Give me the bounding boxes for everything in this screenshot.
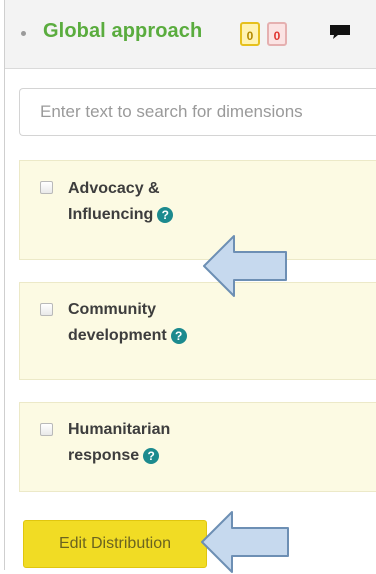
dimension-label-line: response? [68,443,170,469]
dimension-label: Community development? [68,297,187,349]
dimension-panel: Global approach 0 0 Advocacy & Influenci… [4,0,376,570]
speech-bubble-icon[interactable] [329,24,351,40]
dimension-label: Humanitarian response? [68,417,170,469]
dimension-checkbox[interactable] [40,303,53,316]
panel-header: Global approach 0 0 [5,0,376,69]
dimension-checkbox[interactable] [40,181,53,194]
dimension-label: Advocacy & Influencing? [68,176,174,228]
help-icon[interactable]: ? [157,207,174,223]
dimension-label-line: development? [68,323,187,349]
help-icon[interactable]: ? [170,328,187,344]
screenshot-frame: Global approach 0 0 Advocacy & Influenci… [0,0,376,573]
dimension-card-advocacy: Advocacy & Influencing? [19,160,376,260]
left-arrow-annotation-icon [203,235,287,297]
dimension-label-text: Influencing [68,206,154,223]
dimension-search-input[interactable] [19,88,376,136]
dimension-label-text: response [68,447,140,464]
left-arrow-annotation-icon [201,511,289,573]
dimension-card-community: Community development? [19,282,376,380]
red-count-badge[interactable]: 0 [267,22,287,46]
drag-handle-icon[interactable] [21,31,26,36]
dimension-checkbox[interactable] [40,423,53,436]
yellow-count-badge[interactable]: 0 [240,22,260,46]
edit-distribution-button[interactable]: Edit Distribution [23,520,207,568]
panel-title: Global approach [43,20,203,42]
dimension-label-line: Influencing? [68,202,174,228]
help-icon[interactable]: ? [143,448,160,464]
dimension-label-line: Humanitarian [68,421,171,438]
dimension-label-line: Community [68,301,156,318]
dimension-label-line: Advocacy & [68,180,160,197]
dimension-label-text: development [68,327,167,344]
dimension-card-humanitarian: Humanitarian response? [19,402,376,492]
